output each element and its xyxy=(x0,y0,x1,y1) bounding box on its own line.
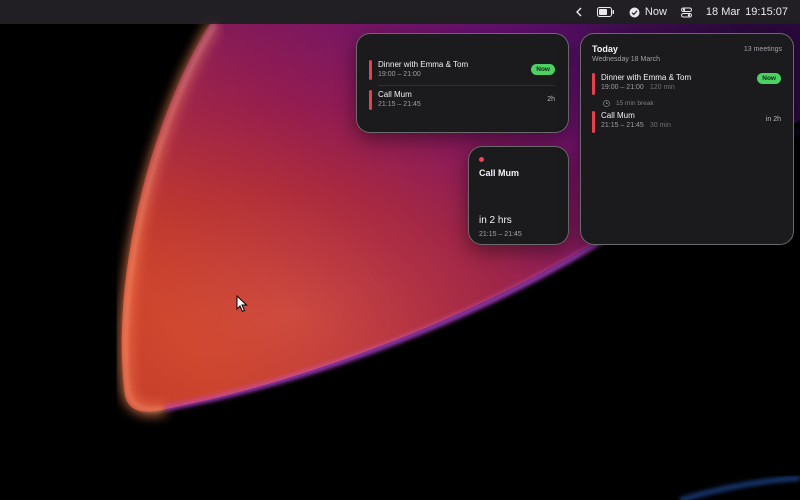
menu-bar-clock[interactable]: 18 Mar 19:15:07 xyxy=(706,6,788,18)
today-date: Wednesday 18 March xyxy=(592,56,660,63)
event-item[interactable]: Call Mum 21:15 – 21:45 2h xyxy=(369,90,555,110)
mouse-pointer-icon xyxy=(236,294,248,318)
break-label: 15 min break xyxy=(616,100,654,107)
event-time: 19:00 – 21:00 xyxy=(601,84,644,91)
battery-icon[interactable] xyxy=(596,7,615,17)
now-badge: Now xyxy=(531,64,555,75)
event-title: Dinner with Emma & Tom xyxy=(601,73,692,82)
today-widget[interactable]: Today Wednesday 18 March 13 meetings Din… xyxy=(580,33,794,245)
next-event-title: Call Mum xyxy=(479,168,520,178)
chevron-left-icon[interactable] xyxy=(575,7,583,17)
upcoming-events-widget[interactable]: Dinner with Emma & Tom 19:00 – 21:00 Now… xyxy=(356,33,569,133)
event-color-bar xyxy=(369,60,372,80)
event-item[interactable]: Dinner with Emma & Tom 19:00 – 21:00 Now xyxy=(369,60,555,80)
event-item[interactable]: Call Mum 21:15 – 21:45 30 min in 2h xyxy=(592,111,781,133)
meeting-count: 13 meetings xyxy=(743,46,782,53)
event-duration: 30 min xyxy=(649,122,671,129)
event-item[interactable]: Dinner with Emma & Tom 19:00 – 21:00 120 … xyxy=(592,73,781,95)
event-time: 21:15 – 21:45 xyxy=(601,122,644,129)
menu-bar-date: 18 Mar xyxy=(705,6,741,18)
next-event-countdown: in 2 hrs xyxy=(479,215,512,226)
event-relative-time: 2h xyxy=(547,96,555,103)
event-duration: 120 min xyxy=(649,84,675,91)
calendar-check-icon xyxy=(629,7,640,17)
clock-icon xyxy=(603,100,610,107)
event-title: Call Mum xyxy=(601,111,635,120)
event-time: 21:15 – 21:45 xyxy=(378,101,421,108)
event-relative-time: in 2h xyxy=(765,116,781,123)
menu-bar-time: 19:15:07 xyxy=(745,6,788,18)
break-indicator: 15 min break xyxy=(603,100,781,107)
event-color-bar xyxy=(592,111,595,133)
event-color-dot xyxy=(479,157,484,162)
now-label: Now xyxy=(644,6,667,18)
now-badge: Now xyxy=(757,73,781,84)
divider xyxy=(378,85,555,86)
next-event-time: 21:15 – 21:45 xyxy=(479,231,522,238)
event-title: Call Mum xyxy=(378,90,412,99)
event-color-bar xyxy=(369,90,372,110)
event-time: 19:00 – 21:00 xyxy=(378,71,421,78)
control-center-icon[interactable] xyxy=(680,7,692,18)
now-menu-item[interactable]: Now xyxy=(629,6,667,18)
menu-bar: Now 18 Mar 19:15:07 xyxy=(0,0,800,24)
event-color-bar xyxy=(592,73,595,95)
next-event-widget[interactable]: Call Mum in 2 hrs 21:15 – 21:45 xyxy=(468,146,569,245)
event-title: Dinner with Emma & Tom xyxy=(378,60,469,69)
